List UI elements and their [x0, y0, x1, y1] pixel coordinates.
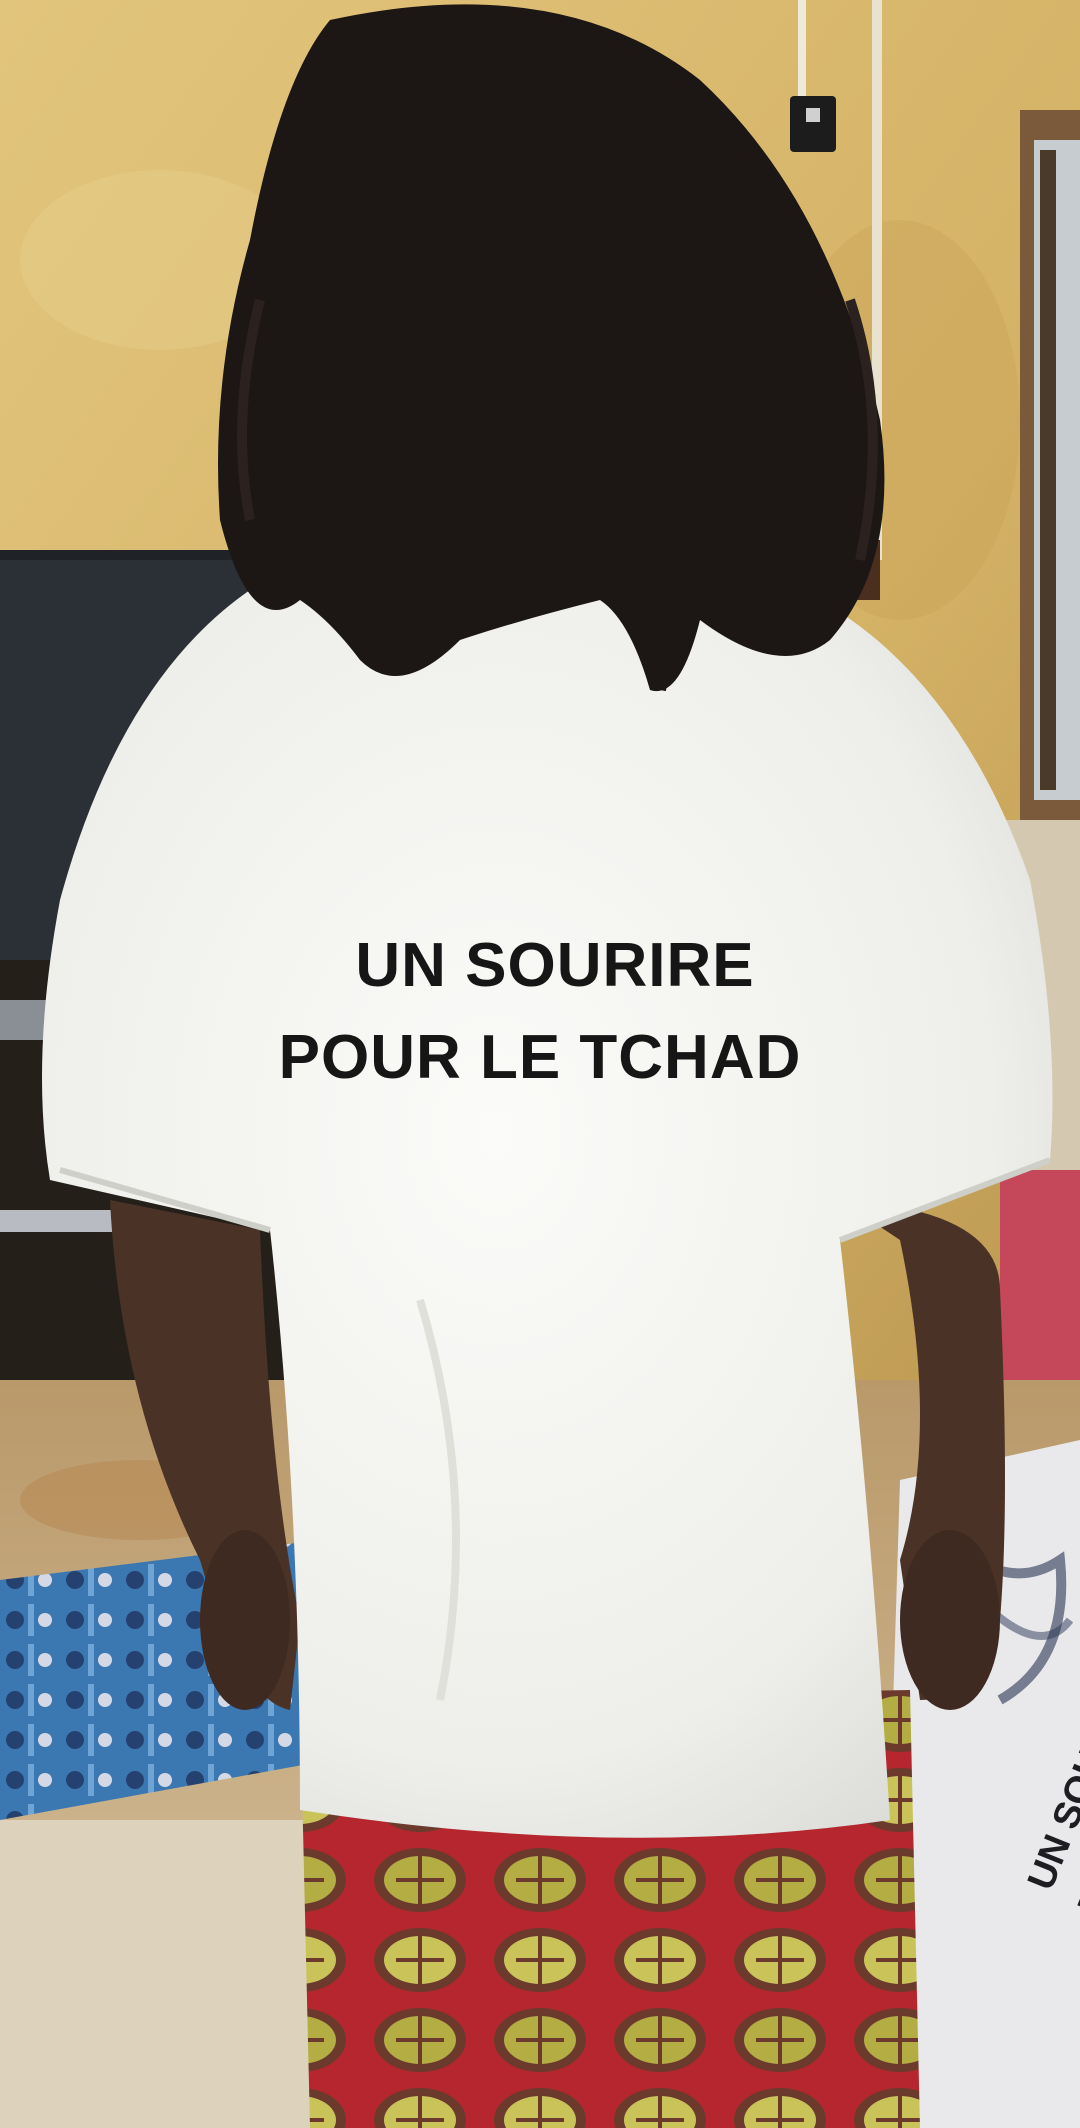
shirt-print-line-2: POUR LE TCHAD	[278, 1023, 802, 1092]
shirt-print-line-1: UN SOURIRE	[355, 931, 755, 1000]
photo-scene: UN SOURIRE POUR LE TCHAD UN SOU POUR LE …	[0, 0, 1080, 2128]
wall-switch	[790, 96, 836, 152]
